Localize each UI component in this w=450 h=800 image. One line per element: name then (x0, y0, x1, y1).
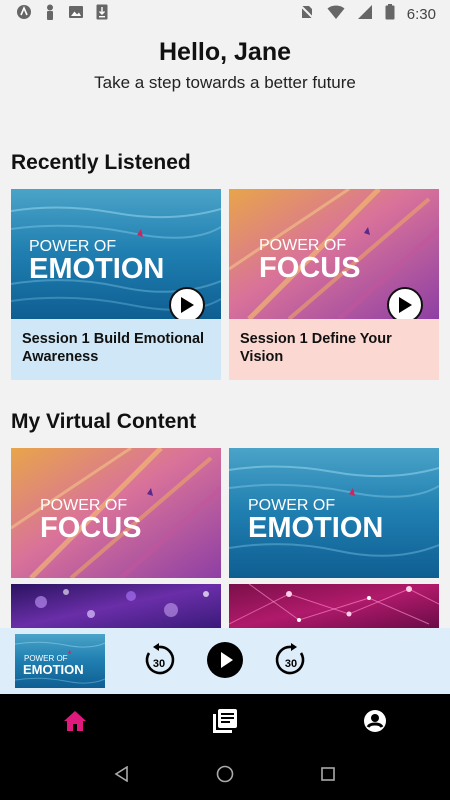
content-tile[interactable]: POWER OF EMOTION (229, 448, 439, 578)
play-button[interactable] (169, 287, 205, 319)
play-icon (181, 297, 194, 313)
session-thumbnail: POWER OF EMOTION (11, 189, 221, 319)
signal-icon (357, 4, 373, 25)
nav-home[interactable] (45, 694, 105, 748)
back-button[interactable] (102, 754, 142, 794)
greeting-header: Hello, Jane Take a step towards a better… (0, 38, 450, 93)
image-notification-icon (68, 4, 84, 25)
greeting-subtitle: Take a step towards a better future (94, 73, 356, 92)
download-notification-icon (96, 4, 108, 25)
rewind-label: 30 (153, 658, 165, 670)
status-bar: 6:30 (0, 0, 450, 28)
person-notification-icon (44, 4, 56, 25)
content-tile[interactable] (229, 584, 439, 628)
play-button[interactable] (387, 287, 423, 319)
play-icon (399, 297, 412, 313)
play-icon (207, 642, 243, 678)
forward-label: 30 (285, 658, 297, 670)
content-tile[interactable] (11, 584, 221, 628)
virtual-content-title: My Virtual Content (11, 410, 197, 433)
no-sim-icon (299, 4, 315, 25)
content-tile[interactable]: POWER OF FOCUS (11, 448, 221, 578)
recent-session-card[interactable]: POWER OF FOCUS Session 1 Define Your Vis… (229, 189, 439, 380)
status-right: 6:30 (299, 3, 436, 25)
account-icon (364, 710, 386, 732)
status-left (16, 4, 108, 25)
system-navigation-bar (0, 748, 450, 800)
app-notification-icon (16, 4, 32, 25)
program-line2: EMOTION (23, 662, 84, 677)
nav-library[interactable] (195, 694, 255, 748)
program-line2: FOCUS (259, 252, 361, 284)
library-icon (213, 709, 237, 733)
now-playing-thumbnail[interactable]: POWER OF EMOTION (15, 634, 105, 688)
program-line2: EMOTION (248, 512, 383, 544)
home-icon (64, 711, 86, 731)
recents-icon (321, 767, 336, 781)
wifi-icon (327, 4, 345, 25)
session-title: Session 1 Define Your Vision (229, 319, 439, 380)
program-line2: EMOTION (29, 253, 164, 285)
program-line2: FOCUS (40, 512, 142, 544)
app-screen: 6:30 Hello, Jane Take a step towards a b… (0, 0, 450, 800)
session-title: Session 1 Build Emotional Awareness (11, 319, 221, 380)
home-system-button[interactable] (205, 754, 245, 794)
bottom-navigation (0, 694, 450, 748)
rewind-30-button[interactable]: 30 (139, 640, 179, 680)
forward-30-button[interactable]: 30 (271, 640, 311, 680)
recents-button[interactable] (308, 754, 348, 794)
rewind-30-icon: 30 (145, 643, 175, 675)
status-time: 6:30 (406, 5, 436, 23)
recent-session-card[interactable]: POWER OF EMOTION Session 1 Build Emotion… (11, 189, 221, 380)
recently-listened-title: Recently Listened (11, 151, 191, 174)
nav-profile[interactable] (345, 694, 405, 748)
mini-player[interactable]: POWER OF EMOTION 30 30 (0, 628, 450, 694)
session-thumbnail: POWER OF FOCUS (229, 189, 439, 319)
back-icon (114, 766, 128, 782)
play-pause-button[interactable] (205, 640, 245, 680)
battery-icon (385, 3, 395, 25)
forward-30-icon: 30 (275, 643, 305, 675)
greeting-title: Hello, Jane (159, 38, 291, 66)
home-circle-icon (216, 765, 234, 783)
